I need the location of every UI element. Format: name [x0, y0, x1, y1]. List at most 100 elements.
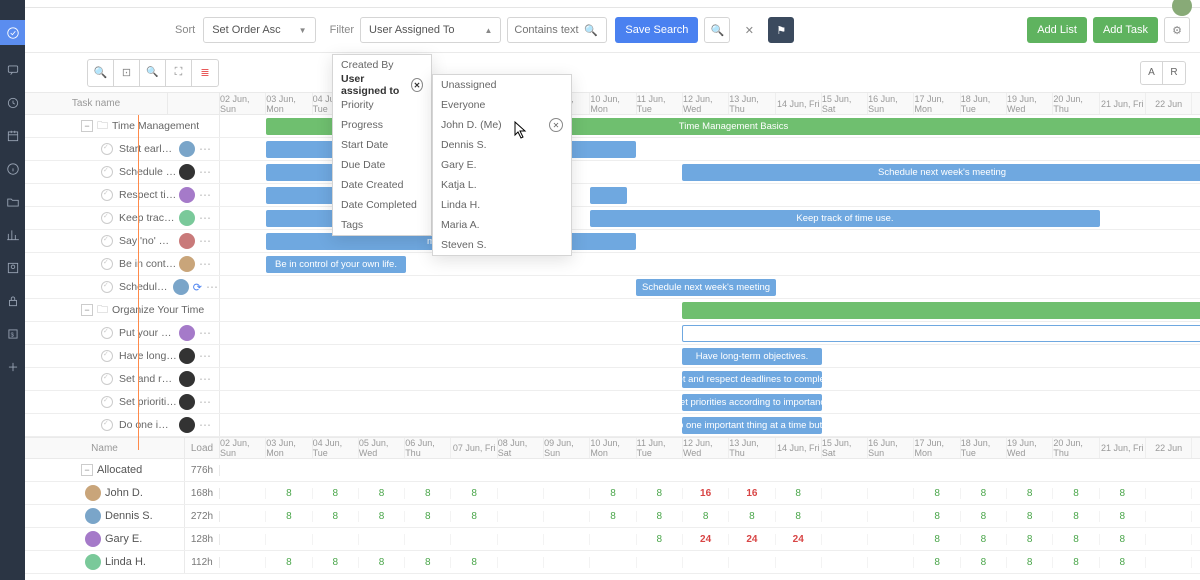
user-option[interactable]: Steven S. [433, 235, 571, 255]
user-option[interactable]: Everyone [433, 95, 571, 115]
r-button[interactable]: R [1163, 62, 1185, 84]
settings-button[interactable]: ⚙ [1164, 17, 1190, 43]
add-list-button[interactable]: Add List [1027, 17, 1087, 43]
task-checkbox[interactable] [101, 281, 113, 293]
task-checkbox[interactable] [101, 212, 113, 224]
more-icon[interactable]: ⋯ [199, 142, 212, 156]
focus-icon[interactable]: ⊡ [114, 60, 140, 86]
sidebar-calendar-icon[interactable] [5, 128, 21, 144]
a-button[interactable]: A [1141, 62, 1163, 84]
filter-option[interactable]: Start Date [333, 135, 431, 155]
clear-icon[interactable]: ✕ [549, 118, 563, 132]
assignee-avatar[interactable] [179, 417, 195, 433]
more-icon[interactable]: ⋯ [199, 257, 212, 271]
filter-option[interactable]: Priority [333, 95, 431, 115]
sidebar-lock-icon[interactable] [5, 293, 21, 309]
sidebar-money-icon[interactable]: $ [5, 326, 21, 342]
user-option[interactable]: John D. (Me)✕ [433, 115, 571, 135]
assignee-avatar[interactable] [179, 256, 195, 272]
clear-icon[interactable]: ✕ [411, 78, 423, 92]
filter-option[interactable]: Progress [333, 115, 431, 135]
filter-select[interactable]: User Assigned To ▲ [360, 17, 501, 43]
expand-icon[interactable]: ⛶ [166, 60, 192, 86]
user-option[interactable]: Linda H. [433, 195, 571, 215]
task-checkbox[interactable] [101, 327, 113, 339]
more-icon[interactable]: ⋯ [199, 234, 212, 248]
task-checkbox[interactable] [101, 350, 113, 362]
task-checkbox[interactable] [101, 189, 113, 201]
expand-toggle[interactable]: − [81, 304, 93, 316]
assignee-avatar[interactable] [179, 233, 195, 249]
gantt-bar[interactable] [682, 302, 1200, 319]
filter-option[interactable]: Date Created [333, 175, 431, 195]
more-icon[interactable]: ⋯ [199, 372, 212, 386]
user-option[interactable]: Katja L. [433, 175, 571, 195]
task-checkbox[interactable] [101, 166, 113, 178]
task-checkbox[interactable] [101, 396, 113, 408]
gantt-bar[interactable]: Set and respect deadlines to complete [682, 371, 822, 388]
sidebar-info-icon[interactable] [5, 161, 21, 177]
task-checkbox[interactable] [101, 419, 113, 431]
more-icon[interactable]: ⋯ [199, 395, 212, 409]
gantt-bar[interactable]: Be in control of your own life. [266, 256, 406, 273]
more-icon[interactable]: ⋯ [199, 326, 212, 340]
filter-option[interactable]: User assigned to✕ [333, 75, 431, 95]
filter-option[interactable]: Due Date [333, 155, 431, 175]
assignee-avatar[interactable] [179, 371, 195, 387]
user-option[interactable]: Maria A. [433, 215, 571, 235]
more-icon[interactable]: ⋯ [199, 418, 212, 432]
gantt-bar[interactable]: Do one important thing at a time but m [682, 417, 822, 434]
task-checkbox[interactable] [101, 373, 113, 385]
user-option[interactable]: Unassigned [433, 75, 571, 95]
assignee-avatar[interactable] [179, 141, 195, 157]
user-avatar[interactable] [85, 554, 101, 570]
filter-option[interactable]: Created By [333, 55, 431, 75]
gantt-bar[interactable] [682, 325, 1200, 342]
zoom-icon[interactable]: 🔍 [88, 60, 114, 86]
add-task-button[interactable]: Add Task [1093, 17, 1158, 43]
task-checkbox[interactable] [101, 258, 113, 270]
more-icon[interactable]: ⋯ [199, 349, 212, 363]
sidebar-chat-icon[interactable] [5, 62, 21, 78]
sidebar-add-icon[interactable] [5, 359, 21, 375]
gantt-bar[interactable]: Have long-term objectives. [682, 348, 822, 365]
gantt-bar[interactable]: Set priorities according to importance [682, 394, 822, 411]
assignee-avatar[interactable] [179, 348, 195, 364]
assignee-avatar[interactable] [179, 210, 195, 226]
filter-option[interactable]: Tags [333, 215, 431, 235]
save-search-button[interactable]: Save Search [615, 17, 698, 43]
search-input[interactable]: 🔍 [507, 17, 607, 43]
gantt-bar[interactable]: Keep track of time use. [590, 210, 1100, 227]
gantt-bar[interactable] [590, 187, 627, 204]
clear-button[interactable]: ✕ [736, 17, 762, 43]
expand-toggle[interactable]: − [81, 120, 93, 132]
sidebar-check-icon[interactable] [0, 20, 25, 45]
assignee-avatar[interactable] [179, 164, 195, 180]
sidebar-chart-icon[interactable] [5, 227, 21, 243]
assignee-avatar[interactable] [179, 325, 195, 341]
more-icon[interactable]: ⋯ [199, 211, 212, 225]
filter-option[interactable]: Date Completed [333, 195, 431, 215]
more-icon[interactable]: ⋯ [206, 280, 219, 294]
user-option[interactable]: Gary E. [433, 155, 571, 175]
task-checkbox[interactable] [101, 235, 113, 247]
user-option[interactable]: Dennis S. [433, 135, 571, 155]
user-avatar[interactable] [85, 485, 101, 501]
user-avatar[interactable] [85, 508, 101, 524]
user-avatar[interactable] [85, 531, 101, 547]
search-icon-button[interactable]: 🔍 [704, 17, 730, 43]
sort-select[interactable]: Set Order Asc ▼ [203, 17, 315, 43]
gantt-bar[interactable]: Schedule next week's meeting [682, 164, 1200, 181]
task-checkbox[interactable] [101, 143, 113, 155]
gantt-bar[interactable]: Schedule next week's meeting [636, 279, 776, 296]
sidebar-contact-icon[interactable] [5, 260, 21, 276]
more-icon[interactable]: ⋯ [199, 188, 212, 202]
zoom-out-icon[interactable]: 🔍 [140, 60, 166, 86]
flag-button[interactable]: ⚑ [768, 17, 794, 43]
more-icon[interactable]: ⋯ [199, 165, 212, 179]
expand-toggle[interactable]: − [81, 464, 93, 476]
gantt-icon[interactable]: ≣ [192, 60, 218, 86]
assignee-avatar[interactable] [173, 279, 189, 295]
assignee-avatar[interactable] [179, 394, 195, 410]
sidebar-clock-icon[interactable] [5, 95, 21, 111]
